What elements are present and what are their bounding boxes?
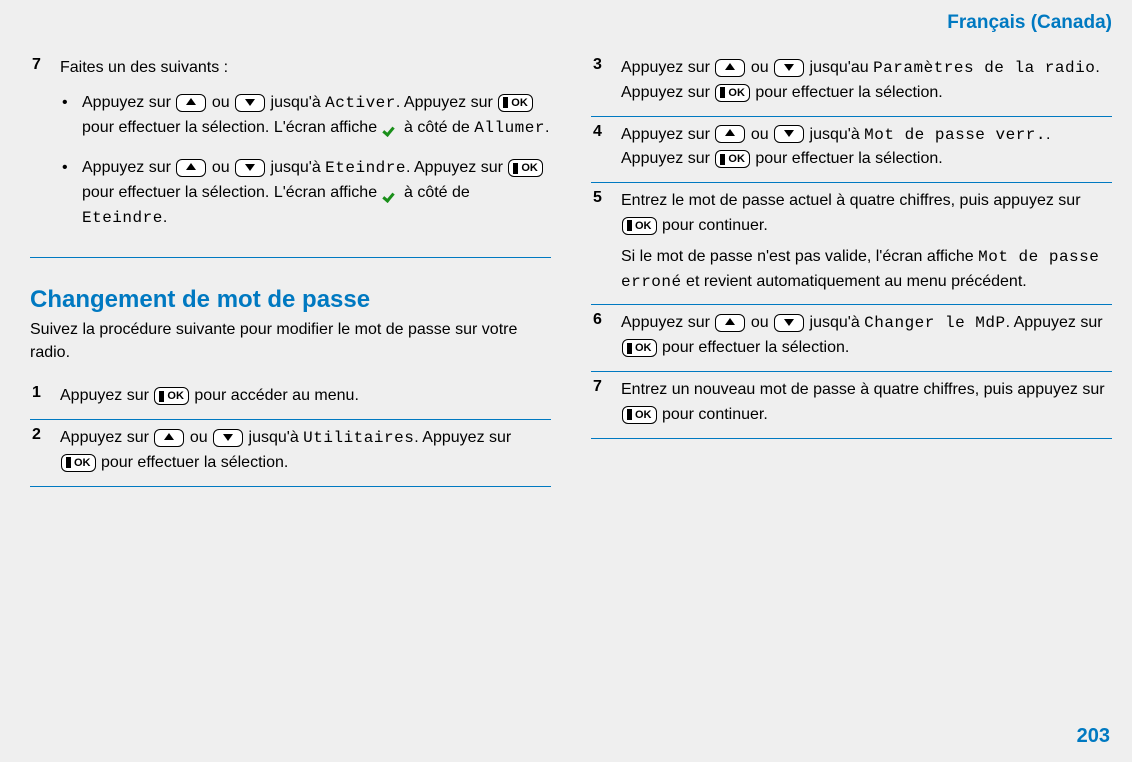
step-6: 6 Appuyez sur ou jusqu'à Changer le MdP.… xyxy=(591,305,1112,372)
up-arrow-icon xyxy=(154,429,184,447)
section-intro: Suivez la procédure suivante pour modifi… xyxy=(30,318,551,364)
menu-code: Mot de passe verr. xyxy=(864,126,1046,144)
ok-button-icon: OK xyxy=(622,217,657,235)
down-arrow-icon xyxy=(774,125,804,143)
ok-button-icon: OK xyxy=(715,84,750,102)
step-number: 3 xyxy=(593,56,615,74)
step-number: 4 xyxy=(593,123,615,141)
right-column: 3 Appuyez sur ou jusqu'au Paramètres de … xyxy=(591,50,1112,487)
menu-code: Allumer xyxy=(474,119,545,137)
step-number: 6 xyxy=(593,311,615,329)
step-number: 5 xyxy=(593,189,615,207)
bullet-deactivate: Appuyez sur ou jusqu'à Eteindre. Appuyez… xyxy=(60,156,551,230)
step-number: 1 xyxy=(32,384,54,402)
step-7b: 7 Entrez un nouveau mot de passe à quatr… xyxy=(591,372,1112,439)
menu-code: Eteindre xyxy=(82,209,163,227)
menu-code: Eteindre xyxy=(325,159,406,177)
ok-button-icon: OK xyxy=(154,387,189,405)
step-number: 7 xyxy=(32,56,54,74)
ok-button-icon: OK xyxy=(715,150,750,168)
step-3: 3 Appuyez sur ou jusqu'au Paramètres de … xyxy=(591,50,1112,117)
check-icon xyxy=(384,120,398,134)
down-arrow-icon xyxy=(774,314,804,332)
ok-button-icon: OK xyxy=(508,159,543,177)
step-intro: Faites un des suivants : xyxy=(60,56,551,81)
down-arrow-icon xyxy=(774,59,804,77)
check-icon xyxy=(384,186,398,200)
step-number: 7 xyxy=(593,378,615,396)
up-arrow-icon xyxy=(715,314,745,332)
down-arrow-icon xyxy=(235,159,265,177)
header-language: Français (Canada) xyxy=(947,12,1112,34)
menu-code: Activer xyxy=(325,94,396,112)
ok-button-icon: OK xyxy=(498,94,533,112)
menu-code: Utilitaires xyxy=(303,429,414,447)
page-number: 203 xyxy=(1077,725,1110,748)
content-columns: 7 Faites un des suivants : Appuyez sur o… xyxy=(0,0,1132,527)
step-4: 4 Appuyez sur ou jusqu'à Mot de passe ve… xyxy=(591,117,1112,184)
step-1: 1 Appuyez sur OK pour accéder au menu. xyxy=(30,378,551,420)
step-number: 2 xyxy=(32,426,54,444)
ok-button-icon: OK xyxy=(61,454,96,472)
menu-code: Paramètres de la radio xyxy=(873,59,1095,77)
step-7: 7 Faites un des suivants : Appuyez sur o… xyxy=(30,50,551,258)
left-column: 7 Faites un des suivants : Appuyez sur o… xyxy=(30,50,551,487)
down-arrow-icon xyxy=(235,94,265,112)
up-arrow-icon xyxy=(176,94,206,112)
up-arrow-icon xyxy=(715,59,745,77)
section-heading: Changement de mot de passe xyxy=(30,286,551,314)
bullet-activate: Appuyez sur ou jusqu'à Activer. Appuyez … xyxy=(60,91,551,141)
up-arrow-icon xyxy=(176,159,206,177)
down-arrow-icon xyxy=(213,429,243,447)
step-2: 2 Appuyez sur ou jusqu'à Utilitaires. Ap… xyxy=(30,420,551,487)
menu-code: Changer le MdP xyxy=(864,314,1005,332)
up-arrow-icon xyxy=(715,125,745,143)
ok-button-icon: OK xyxy=(622,406,657,424)
step-5: 5 Entrez le mot de passe actuel à quatre… xyxy=(591,183,1112,305)
ok-button-icon: OK xyxy=(622,339,657,357)
